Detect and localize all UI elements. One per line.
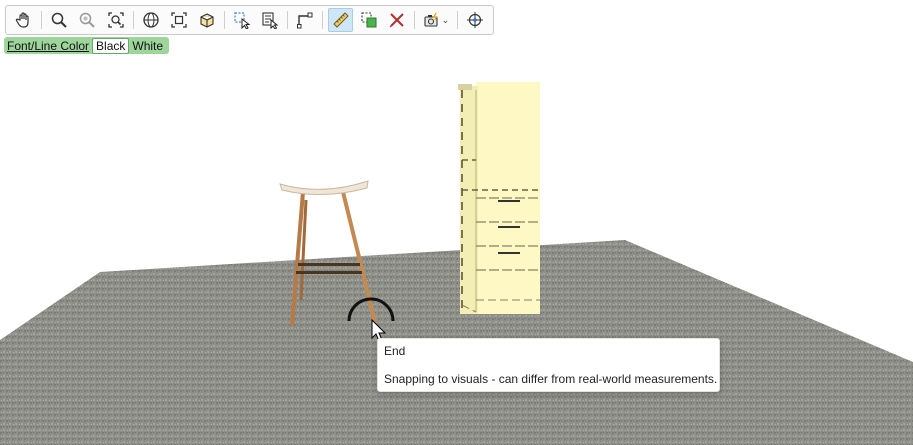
select-list-icon [262,12,279,29]
zoom-button[interactable] [47,8,72,32]
layers-button[interactable] [356,8,381,32]
color-option-black[interactable]: Black [92,37,130,54]
pan-button[interactable] [12,8,37,32]
zoom-out-icon [80,12,96,28]
select-list-button[interactable] [258,8,283,32]
chevron-down-icon: ⌄ [441,14,450,25]
delete-measure-button[interactable] [384,8,409,32]
color-option-white[interactable]: White [129,39,166,53]
zoom-fit-button[interactable] [103,8,128,32]
select-button[interactable] [230,8,255,32]
font-line-color-label[interactable]: Font/Line Color [7,39,92,53]
view-3d-button[interactable] [194,8,219,32]
tooltip-message: Snapping to visuals - can differ from re… [384,372,718,386]
separator [224,11,225,29]
delete-x-icon [389,12,405,28]
measure-ruler-button[interactable] [327,8,354,32]
layers-green-icon [361,12,377,28]
separator [132,11,134,29]
separator [41,11,43,29]
separator [287,11,289,29]
target-button[interactable] [462,8,487,32]
font-line-color-bar: Font/Line Color Black White [4,37,170,54]
orbit-icon [142,12,159,28]
zoom-extents-icon [171,12,187,28]
view-3d-box-icon [200,13,214,28]
crosshair-icon [466,12,483,28]
camera-icon [424,12,438,27]
viewer-toolbar: ⌄ [5,5,494,35]
select-icon [234,12,251,29]
zoom-out-button[interactable] [75,8,100,32]
zoom-extents-button[interactable] [166,8,191,32]
cabinet-model[interactable] [458,82,540,314]
orbit-button[interactable] [138,8,163,32]
zoom-icon [51,12,67,28]
measure-corner-button[interactable] [293,8,318,32]
separator [322,11,324,29]
camera-dropdown-button[interactable]: ⌄ [419,8,452,32]
separator [413,11,415,29]
snap-tooltip: End Snapping to visuals - can differ fro… [377,338,720,392]
tooltip-title: End [384,344,406,358]
hand-pan-icon [15,12,29,28]
separator [456,11,458,29]
measure-corner-icon [297,12,313,29]
zoom-fit-icon [107,12,124,28]
ruler-icon [332,12,349,28]
